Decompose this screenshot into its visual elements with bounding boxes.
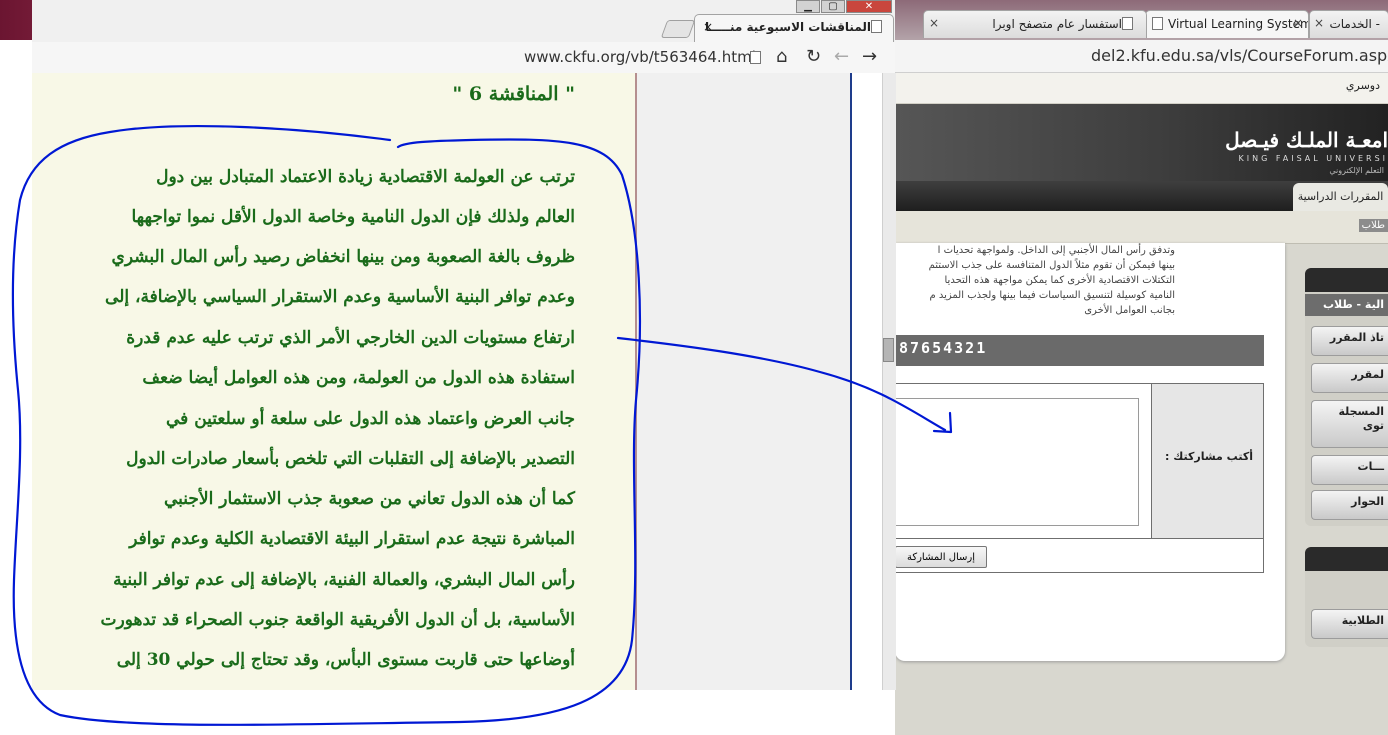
sidebar-item-course-instructor[interactable]: تاذ المقرر xyxy=(1311,326,1388,356)
maximize-icon[interactable]: ▢ xyxy=(821,0,845,13)
tab-weekly-discussions[interactable]: المناقشات الاسبوعية منـــــا × xyxy=(694,14,894,42)
sidebar-item-announcements[interactable]: ـــات xyxy=(1311,455,1388,485)
vertical-scrollbar[interactable] xyxy=(882,73,896,690)
post-line: استفادة هذه الدول من العولمة، ومن هذه ال… xyxy=(142,368,575,388)
page-icon xyxy=(1152,17,1163,30)
divider xyxy=(850,73,852,690)
tab-virtual-learning-system[interactable]: Virtual Learning System × xyxy=(1145,10,1309,38)
post-line: ظروف بالغة الصعوبة ومن بينها انخفاض رصيد… xyxy=(111,247,575,267)
foreground-url[interactable]: www.ckfu.org/vb/t563464.html xyxy=(524,48,756,66)
post-line: بجانب العوامل الأخرى xyxy=(1084,305,1175,316)
post-line: بينها فيمكن أن تقوم مثلاً الدول المتنافس… xyxy=(928,260,1175,271)
post-line: التصدير بالإضافة إلى التقلبات التي تلخص … xyxy=(126,449,575,469)
nav-tab-courses[interactable]: المقررات الدراسية xyxy=(1293,183,1388,211)
kfu-logo-arabic: امعـة الملـك فيـصل xyxy=(1225,128,1388,152)
post-line: جانب العرض واعتماد هذه الدول على سلعة أو… xyxy=(165,409,575,429)
forum-post-text: وتدفق رأس المال الأجنبي إلى الداخل. ولمو… xyxy=(895,243,1175,318)
background-url[interactable]: del2.kfu.edu.sa/vls/CourseForum.aspx xyxy=(1091,46,1388,65)
kfu-header: امعـة الملـك فيـصل KING FAISAL UNIVERSI … xyxy=(895,104,1388,181)
kfu-course-forum-page: دوسري امعـة الملـك فيـصل KING FAISAL UNI… xyxy=(895,73,1388,735)
sidebar-item-student[interactable]: الطلابية xyxy=(1311,609,1388,639)
sidebar-item-label: توى xyxy=(1362,419,1384,432)
post-line: وعدم توافر البنية الأساسية وعدم الاستقرا… xyxy=(105,287,575,307)
foreground-browser: ▁ ▢ ✕ المناقشات الاسبوعية منـــــا × www… xyxy=(0,0,896,735)
sidebar-title: الية - طلاب xyxy=(1305,294,1388,316)
minimize-icon[interactable]: ▁ xyxy=(796,0,820,13)
reload-icon[interactable]: ↻ xyxy=(806,46,821,67)
reply-label: أكتب مشاركتك : xyxy=(1165,450,1253,463)
sidebar-item-discussion[interactable]: الحوار xyxy=(1311,490,1388,520)
student-id-bar: 87654321 xyxy=(895,335,1264,366)
post-line: العالم ولذلك فإن الدول النامية وخاصة الد… xyxy=(131,207,575,227)
close-window-icon[interactable]: ✕ xyxy=(846,0,892,13)
foreground-page: " المناقشة 6 " ترتب عن العولمة الاقتصادي… xyxy=(32,73,896,690)
tab-label: - الخدمات xyxy=(1329,17,1380,31)
sidebar-item-label: المسجلة xyxy=(1338,405,1384,418)
forum-panel: وتدفق رأس المال الأجنبي إلى الداخل. ولمو… xyxy=(895,243,1285,661)
post-line: المباشرة نتيجة عدم استقرار البيئة الاقتص… xyxy=(129,529,575,549)
user-name: دوسري xyxy=(1345,79,1380,92)
post-line: الأساسية، بل أن الدول الأفريقية الواقعة … xyxy=(100,610,575,630)
close-tab-icon[interactable]: × xyxy=(1293,16,1303,30)
post-line: ترتب عن العولمة الاقتصادية زيادة الاعتما… xyxy=(156,167,575,187)
tab-services[interactable]: - الخدمات × xyxy=(1309,10,1388,38)
foreground-browser-window: ▁ ▢ ✕ المناقشات الاسبوعية منـــــا × www… xyxy=(32,0,896,690)
window-controls: ▁ ▢ ✕ xyxy=(792,0,895,14)
post-title: " المناقشة 6 " xyxy=(452,83,575,105)
divider xyxy=(895,538,1264,539)
new-tab-button[interactable] xyxy=(660,20,696,38)
home-icon[interactable]: ⌂ xyxy=(776,46,787,67)
kfu-top-bar: دوسري xyxy=(895,73,1388,104)
post-line: التكتلات الاقتصادية الأخرى كما يمكن مواج… xyxy=(944,275,1176,286)
post-line: أوضاعها حتى قاربت مستوى البأس، وقد تحتاج… xyxy=(116,650,575,670)
sidebar-menu-2: الطلابية xyxy=(1305,547,1388,647)
kfu-nav-bar: المقررات الدراسية xyxy=(895,181,1388,211)
sidebar-menu: الية - طلاب تاذ المقرر لمقرر المسجلة توى… xyxy=(1305,268,1388,526)
reply-textarea[interactable] xyxy=(895,398,1139,526)
close-tab-icon[interactable]: × xyxy=(929,16,939,30)
post-line: وتدفق رأس المال الأجنبي إلى الداخل. ولمو… xyxy=(937,245,1175,256)
post-line: كما أن هذه الدول تعاني من صعوبة جذب الاس… xyxy=(163,489,575,509)
post-line: رأس المال البشري، والعمالة الفنية، بالإض… xyxy=(113,570,575,590)
tab-label: استفسار عام متصفح اوبرا xyxy=(992,17,1122,31)
send-post-button[interactable]: إرسال المشاركة xyxy=(895,546,987,568)
tab-opera-inquiry[interactable]: استفسار عام متصفح اوبرا × xyxy=(923,10,1147,38)
close-tab-icon[interactable]: × xyxy=(703,20,713,34)
forum-post: " المناقشة 6 " ترتب عن العولمة الاقتصادي… xyxy=(32,73,637,690)
background-browser-window: Virtual Learning System × استفسار عام مت… xyxy=(895,0,1388,735)
sidebar-item-course[interactable]: لمقرر xyxy=(1311,363,1388,393)
foreground-tab-strip: المناقشات الاسبوعية منـــــا × xyxy=(32,14,895,42)
post-line: النامية كوسيلة لتنسيق السياسات فيما بينه… xyxy=(929,290,1175,301)
page-gutter xyxy=(637,73,852,690)
forum-favicon-icon xyxy=(871,20,882,33)
page-icon xyxy=(1122,17,1133,30)
close-tab-icon[interactable]: × xyxy=(1314,16,1324,30)
background-tab-strip: Virtual Learning System × استفسار عام مت… xyxy=(895,0,1388,40)
reply-label-cell: أكتب مشاركتك : xyxy=(1151,384,1263,538)
back-icon[interactable]: ← xyxy=(834,46,849,67)
sidebar-item-registered-content[interactable]: المسجلة توى xyxy=(1311,400,1388,448)
scrollbar-thumb[interactable] xyxy=(883,338,894,362)
page-info-icon[interactable] xyxy=(750,51,761,64)
tab-label: Virtual Learning System xyxy=(1168,17,1309,31)
kfu-logo-english: KING FAISAL UNIVERSI xyxy=(1238,154,1388,163)
student-id: 87654321 xyxy=(899,339,988,357)
post-line: ارتفاع مستويات الدين الخارجي الأمر الذي … xyxy=(126,328,575,348)
foreground-address-bar[interactable]: www.ckfu.org/vb/t563464.html ⌂ ↻ ← → xyxy=(32,42,895,74)
forward-icon[interactable]: → xyxy=(862,46,877,67)
tab-label: المناقشات الاسبوعية منـــــا xyxy=(704,20,871,34)
kfu-sub-bar: طلاب xyxy=(895,211,1388,244)
sidebar-header xyxy=(1305,268,1388,292)
sidebar-header xyxy=(1305,547,1388,571)
background-address-bar[interactable]: del2.kfu.edu.sa/vls/CourseForum.aspx xyxy=(895,40,1388,73)
kfu-logo-subtitle: التعلم الإلكتروني xyxy=(1329,166,1384,175)
reply-form: أكتب مشاركتك : إرسال المشاركة xyxy=(895,383,1264,573)
sub-nav-students[interactable]: طلاب xyxy=(1358,219,1388,232)
